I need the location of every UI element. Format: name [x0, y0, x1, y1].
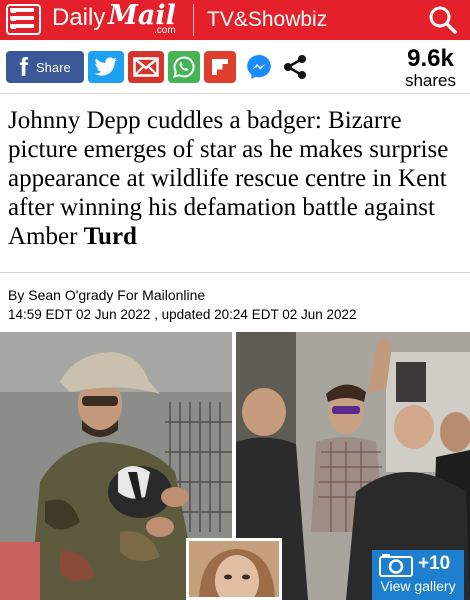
flipboard-share-button[interactable] [204, 51, 236, 83]
share-count-value: 9.6k [407, 45, 454, 72]
whatsapp-icon [173, 56, 195, 78]
share-icon [284, 55, 306, 79]
envelope-icon [133, 57, 159, 77]
headline-text: Johnny Depp cuddles a badger: Bizarre pi… [8, 107, 449, 250]
share-count-label: shares [404, 71, 456, 90]
header-divider [193, 4, 194, 36]
twitter-share-button[interactable] [88, 51, 124, 83]
flipboard-icon [212, 59, 228, 75]
view-gallery-button[interactable]: +10 View gallery [372, 550, 464, 600]
share-bar: f Share 9.6k shares [0, 40, 470, 94]
messenger-icon [247, 55, 271, 79]
menu-icon[interactable] [6, 4, 44, 36]
article-headline: Johnny Depp cuddles a badger: Bizarre pi… [8, 106, 464, 251]
messenger-share-button[interactable] [244, 52, 274, 82]
headline-divider [0, 272, 470, 273]
logo-daily-text: Daily [52, 4, 106, 31]
camera-icon [379, 554, 413, 577]
headline-last-word: Turd [83, 223, 137, 250]
section-title[interactable]: TV&Showbiz [207, 8, 327, 32]
view-gallery-label: View gallery [380, 578, 456, 594]
whatsapp-share-button[interactable] [168, 51, 200, 83]
article-photos[interactable]: +10 View gallery [0, 332, 470, 600]
article-byline[interactable]: By Sean O'grady For Mailonline [8, 287, 205, 304]
facebook-share-button[interactable]: f Share [6, 51, 84, 83]
site-header: Daily Mail .com TV&Showbiz [0, 0, 470, 40]
gallery-count: +10 [418, 553, 451, 574]
facebook-icon: f [19, 52, 28, 82]
facebook-share-label: Share [35, 59, 71, 75]
email-share-button[interactable] [128, 51, 164, 83]
inset-photo-woman[interactable] [186, 538, 282, 600]
share-icon-button[interactable] [280, 52, 310, 82]
twitter-icon [94, 57, 117, 76]
share-count: 9.6k shares [405, 46, 456, 90]
article-dates: 14:59 EDT 02 Jun 2022 , updated 20:24 ED… [8, 307, 357, 322]
search-icon[interactable] [426, 3, 460, 37]
logo-com-text: .com [154, 25, 176, 36]
